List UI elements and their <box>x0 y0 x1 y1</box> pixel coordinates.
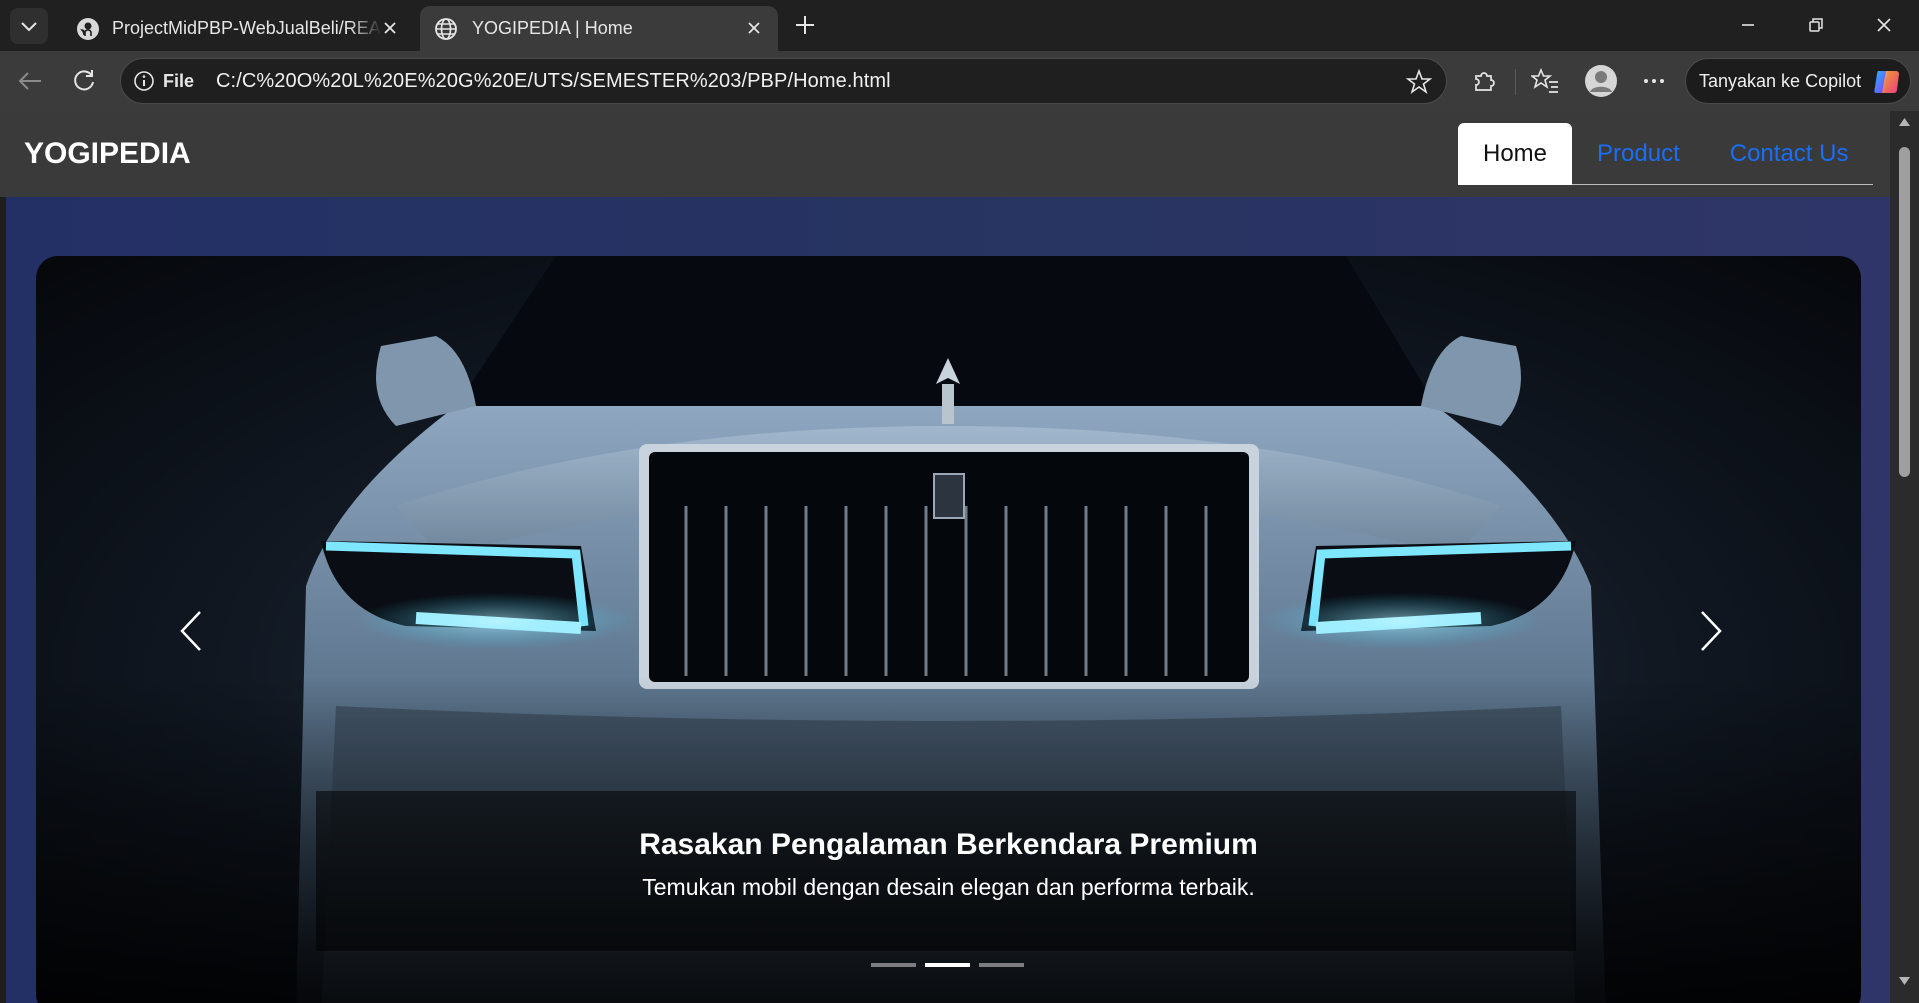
site-info-button[interactable]: File <box>133 70 194 92</box>
site-navbar: YOGIPEDIA Home Product Contact Us <box>0 111 1890 197</box>
close-tab-button[interactable] <box>744 18 764 38</box>
copilot-button[interactable]: Tanyakan ke Copilot <box>1685 58 1911 104</box>
carousel-caption-title: Rasakan Pengalaman Berkendara Premium <box>639 828 1258 861</box>
tab-actions-button[interactable] <box>10 8 48 44</box>
more-horizontal-icon <box>1644 79 1664 83</box>
carousel-indicators <box>871 963 1024 967</box>
scroll-up-arrow-icon[interactable] <box>1898 117 1911 127</box>
scroll-down-arrow-icon[interactable] <box>1898 976 1911 986</box>
minimize-icon <box>1742 24 1754 26</box>
reload-icon <box>74 70 94 91</box>
close-tab-button[interactable] <box>380 18 400 38</box>
favorites-list-icon <box>1531 68 1558 93</box>
carousel-indicator[interactable] <box>979 963 1024 967</box>
info-icon <box>134 71 154 91</box>
brand-logo[interactable]: YOGIPEDIA <box>24 137 191 171</box>
puzzle-icon <box>1475 72 1495 91</box>
reload-button[interactable] <box>66 63 102 99</box>
browser-toolbar: File C:/C%20O%20L%20E%20G%20E/UTS/SEMEST… <box>0 51 1919 111</box>
globe-icon <box>435 17 457 40</box>
star-outline-icon <box>1405 68 1433 95</box>
toolbar-divider <box>1515 69 1516 95</box>
nav-link-contact-us[interactable]: Contact Us <box>1705 123 1874 185</box>
chevron-left-icon <box>180 611 201 651</box>
copilot-label: Tanyakan ke Copilot <box>1699 70 1862 91</box>
tab-yogipedia-home[interactable]: YOGIPEDIA | Home <box>420 6 778 51</box>
tab-strip: ProjectMidPBP-WebJualBeli/README YOGIPED… <box>0 0 1919 51</box>
copilot-icon <box>1874 71 1899 93</box>
close-window-button[interactable] <box>1856 6 1912 44</box>
hero-section: Rasakan Pengalaman Berkendara Premium Te… <box>6 197 1890 1003</box>
chevron-right-icon <box>1701 611 1722 651</box>
plus-icon <box>796 16 814 34</box>
tab-github-readme[interactable]: ProjectMidPBP-WebJualBeli/README <box>62 6 414 51</box>
scrollbar-thumb[interactable] <box>1899 147 1910 477</box>
close-icon <box>1877 18 1891 32</box>
tab-title: ProjectMidPBP-WebJualBeli/README <box>112 18 382 38</box>
close-icon <box>748 22 760 34</box>
nav-tabs: Home Product Contact Us <box>1458 123 1874 185</box>
extensions-button[interactable] <box>1466 63 1502 99</box>
nav-link-home[interactable]: Home <box>1458 123 1573 185</box>
hero-carousel: Rasakan Pengalaman Berkendara Premium Te… <box>36 256 1861 1003</box>
github-icon <box>77 17 99 40</box>
back-button[interactable] <box>12 63 48 99</box>
restore-button[interactable] <box>1788 6 1844 44</box>
address-bar[interactable]: File C:/C%20O%20L%20E%20G%20E/UTS/SEMEST… <box>120 58 1447 104</box>
carousel-prev-button[interactable] <box>161 601 221 661</box>
close-icon <box>384 22 396 34</box>
avatar-icon <box>1585 65 1617 97</box>
arrow-left-icon <box>18 72 41 90</box>
carousel-next-button[interactable] <box>1681 601 1741 661</box>
minimize-button[interactable] <box>1720 6 1776 44</box>
more-options-button[interactable] <box>1636 63 1672 99</box>
url-text[interactable]: C:/C%20O%20L%20E%20G%20E/UTS/SEMESTER%20… <box>216 70 891 93</box>
chevron-down-icon <box>21 22 37 32</box>
url-scheme-label: File <box>163 70 195 91</box>
favorite-button[interactable] <box>1405 68 1433 100</box>
nav-link-product[interactable]: Product <box>1572 123 1705 185</box>
carousel-indicator[interactable] <box>925 963 970 967</box>
page-viewport: YOGIPEDIA Home Product Contact Us Rasaka… <box>0 111 1919 1003</box>
new-tab-button[interactable] <box>790 10 820 40</box>
carousel-indicator[interactable] <box>871 963 916 967</box>
tab-title: YOGIPEDIA | Home <box>472 18 633 38</box>
page-scrollbar[interactable] <box>1890 111 1919 1003</box>
restore-icon <box>1809 18 1823 32</box>
profile-button[interactable] <box>1581 63 1621 99</box>
carousel-caption-subtitle: Temukan mobil dengan desain elegan dan p… <box>642 874 1255 900</box>
favorites-button[interactable] <box>1527 63 1563 99</box>
carousel-caption-backdrop <box>316 791 1576 951</box>
